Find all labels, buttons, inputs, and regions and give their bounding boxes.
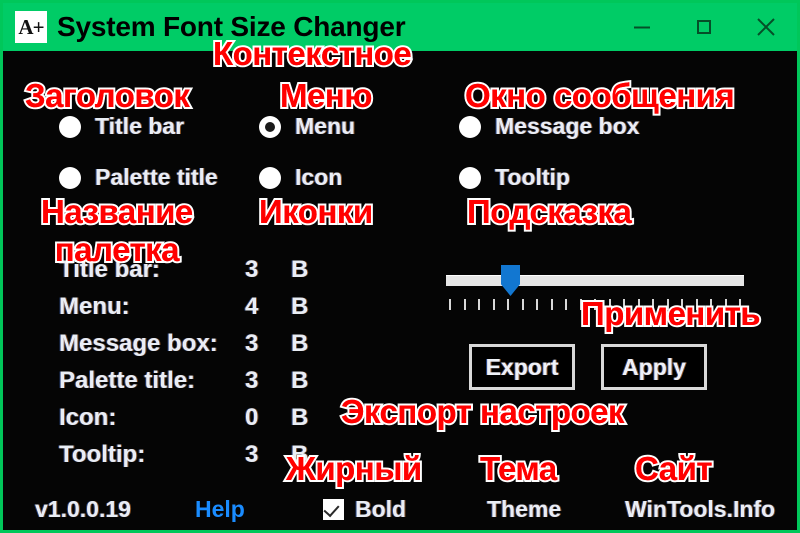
annotation-label: Иконки <box>257 191 375 232</box>
radio-label: Tooltip <box>495 164 570 190</box>
minimize-button[interactable] <box>611 3 673 51</box>
size-row-value: 3 <box>245 330 259 357</box>
size-row-label: Palette title: <box>59 367 196 394</box>
radio-label: Message box <box>495 113 640 139</box>
version-label: v1.0.0.19 <box>35 495 131 522</box>
radio-label: Title bar <box>95 113 185 139</box>
size-row-unit: B <box>291 404 309 431</box>
radio-indicator[interactable] <box>459 166 481 189</box>
radio-tooltip[interactable]: Tooltip <box>459 164 570 191</box>
window-controls <box>611 3 797 51</box>
size-row-value: 3 <box>245 367 259 394</box>
size-row-unit: B <box>291 293 309 320</box>
radio-indicator[interactable] <box>459 115 481 138</box>
size-row-icon: Icon: 0 B <box>59 404 308 441</box>
radio-message-box[interactable]: Message box <box>459 113 639 140</box>
application-window: A+ System Font Size Changer Title bar Me… <box>0 0 800 533</box>
size-row-label: Message box: <box>59 330 218 357</box>
annotation-label: Применить <box>579 293 763 334</box>
annotation-label: Название палетка <box>39 191 195 270</box>
annotation-label: Экспорт настроек <box>339 391 627 432</box>
size-row-palette-title: Palette title: 3 B <box>59 367 308 404</box>
radio-indicator[interactable] <box>59 166 81 189</box>
size-row-value: 3 <box>245 256 259 283</box>
slider-track[interactable] <box>446 275 744 286</box>
radio-menu[interactable]: Menu <box>259 113 355 140</box>
size-row-value: 0 <box>245 404 259 431</box>
annotation-label: Подсказка <box>465 191 634 232</box>
bold-checkbox[interactable] <box>323 498 344 520</box>
radio-label: Icon <box>295 164 343 190</box>
size-row-label: Tooltip: <box>59 441 146 468</box>
app-a-plus-icon: A+ <box>15 11 47 43</box>
apply-button[interactable]: Apply <box>601 344 707 390</box>
footer-bar: v1.0.0.19 Help Bold Theme WinTools.Info <box>3 488 797 530</box>
bold-checkbox-row[interactable]: Bold <box>323 496 406 523</box>
export-button[interactable]: Export <box>469 344 575 390</box>
annotation-label: Тема <box>478 448 559 489</box>
size-row-message-box: Message box: 3 B <box>59 330 308 367</box>
annotation-label: Жирный <box>284 448 424 489</box>
help-link[interactable]: Help <box>195 496 245 523</box>
annotation-label: Сайт <box>633 448 715 489</box>
size-row-unit: B <box>291 367 309 394</box>
annotation-label: Контекстное <box>211 33 414 74</box>
size-row-label: Icon: <box>59 404 117 431</box>
maximize-button[interactable] <box>673 3 735 51</box>
website-link[interactable]: WinTools.Info <box>625 496 775 523</box>
slider-thumb[interactable] <box>501 265 520 296</box>
radio-indicator[interactable] <box>259 166 281 189</box>
annotation-label: Заголовок <box>23 75 192 116</box>
size-row-value: 3 <box>245 441 259 468</box>
size-row-menu: Menu: 4 B <box>59 293 308 330</box>
radio-label: Palette title <box>95 164 218 190</box>
close-button[interactable] <box>735 3 797 51</box>
font-size-list: Title bar: 3 B Menu: 4 B Message box: 3 … <box>59 256 308 478</box>
theme-button[interactable]: Theme <box>487 496 561 523</box>
size-row-unit: B <box>291 330 309 357</box>
size-row-unit: B <box>291 256 309 283</box>
annotation-label: Меню <box>278 75 374 116</box>
radio-title-bar[interactable]: Title bar <box>59 113 184 140</box>
annotation-label: Окно сообщения <box>463 75 737 116</box>
size-row-value: 4 <box>245 293 259 320</box>
size-row-tooltip: Tooltip: 3 B <box>59 441 308 478</box>
radio-icon[interactable]: Icon <box>259 164 342 191</box>
size-row-label: Menu: <box>59 293 130 320</box>
radio-palette-title[interactable]: Palette title <box>59 164 218 191</box>
bold-label: Bold <box>355 495 407 522</box>
radio-label: Menu <box>295 113 356 139</box>
radio-indicator[interactable] <box>259 115 281 138</box>
radio-indicator[interactable] <box>59 115 81 138</box>
